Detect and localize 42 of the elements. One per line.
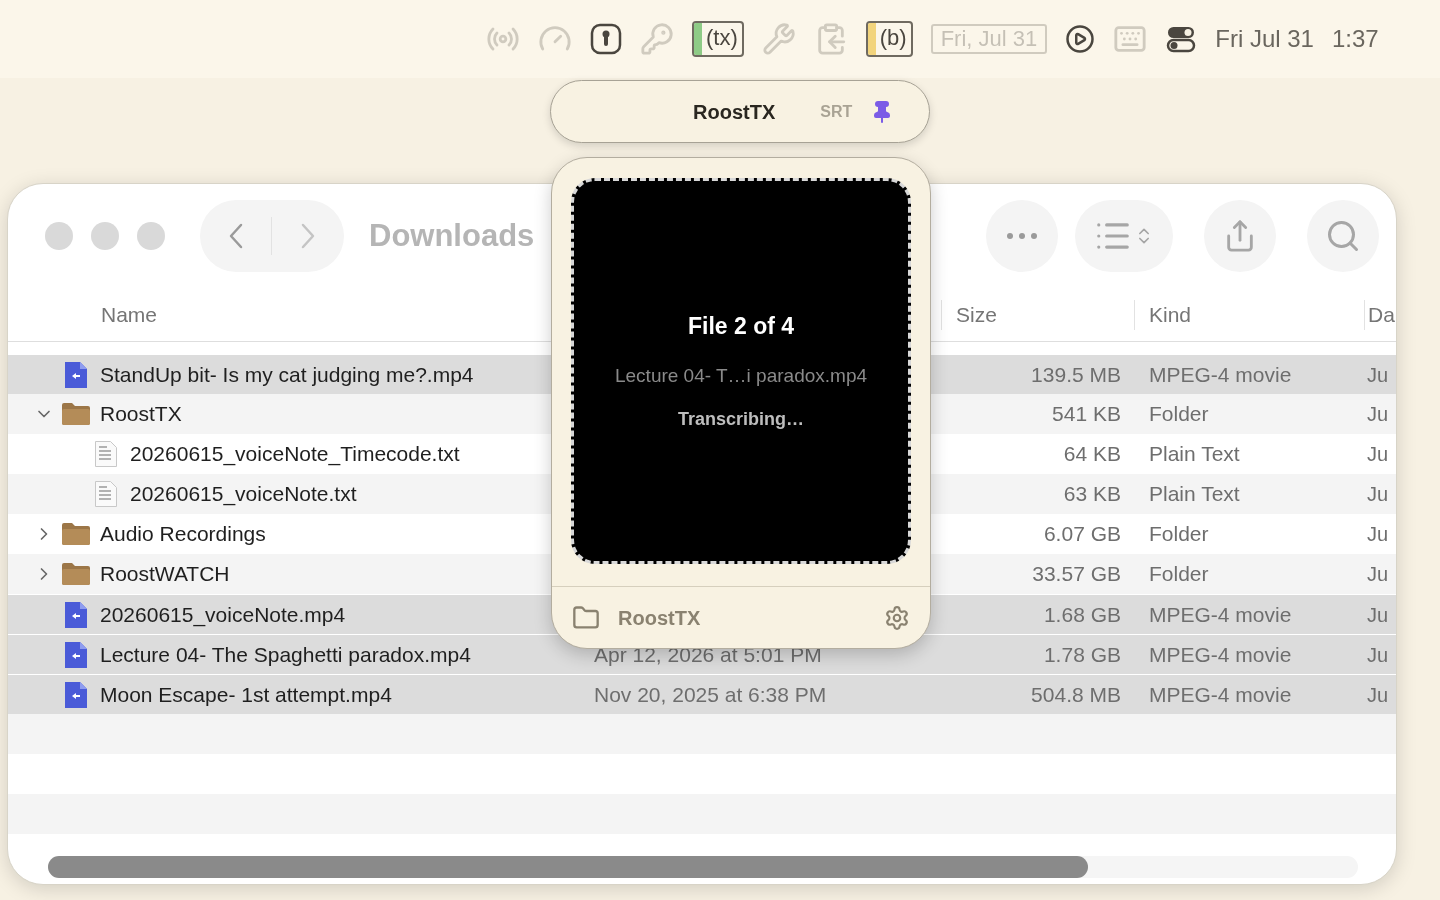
date-modified: Nov 20, 2025 at 6:38 PM [594, 682, 827, 706]
file-name: 20260615_voiceNote.mp4 [100, 601, 346, 629]
file-name: Moon Escape- 1st attempt.mp4 [100, 681, 392, 708]
date-added: Ju [1367, 363, 1389, 386]
file-kind: Plain Text [1149, 442, 1240, 466]
file-name: 20260615_voiceNote_Timecode.txt [130, 441, 460, 468]
date-added: Ju [1367, 603, 1389, 626]
status-text: Transcribing… [678, 408, 804, 431]
current-file-name: Lecture 04- T…i paradox.mp4 [614, 363, 868, 388]
file-size: 541 KB [1052, 402, 1121, 426]
file-kind: MPEG-4 movie [1149, 642, 1292, 666]
file-name: RoostTX [100, 401, 182, 428]
file-kind: Folder [1149, 522, 1209, 546]
file-size: 504.8 MB [1031, 682, 1121, 706]
file-name: Audio Recordings [100, 521, 266, 548]
file-size: 139.5 MB [1031, 362, 1121, 386]
date-added: Ju [1367, 563, 1389, 585]
date-added: Ju [1367, 483, 1389, 505]
file-kind: Folder [1149, 562, 1209, 586]
progress-text: File 2 of 4 [687, 312, 795, 341]
file-size: 1.68 GB [1043, 602, 1121, 626]
date-added: Ju [1367, 643, 1389, 666]
file-name: StandUp bit- Is my cat judging me?.mp4 [100, 361, 474, 388]
date-added: Ju [1367, 523, 1389, 545]
file-size: 6.07 GB [1043, 522, 1121, 546]
date-added: Ju [1367, 403, 1389, 425]
file-name: 20260615_voiceNote.txt [130, 481, 357, 508]
file-size: 33.57 GB [1032, 562, 1121, 586]
date-added: Ju [1367, 683, 1389, 706]
file-name: Lecture 04- The Spaghetti paradox.mp4 [100, 641, 471, 668]
file-size: 64 KB [1063, 442, 1121, 466]
file-kind: Plain Text [1149, 482, 1240, 506]
file-size: 1.78 GB [1043, 642, 1121, 666]
file-size: 63 KB [1063, 482, 1121, 506]
file-kind: MPEG-4 movie [1149, 602, 1292, 626]
window-title: Downloads [369, 216, 535, 255]
app-title: RoostTX [693, 99, 776, 125]
date-added: Ju [1367, 443, 1389, 465]
file-name: RoostWATCH [100, 561, 230, 588]
file-kind: MPEG-4 movie [1149, 682, 1292, 706]
file-kind: Folder [1149, 402, 1209, 426]
file-kind: MPEG-4 movie [1149, 362, 1292, 386]
